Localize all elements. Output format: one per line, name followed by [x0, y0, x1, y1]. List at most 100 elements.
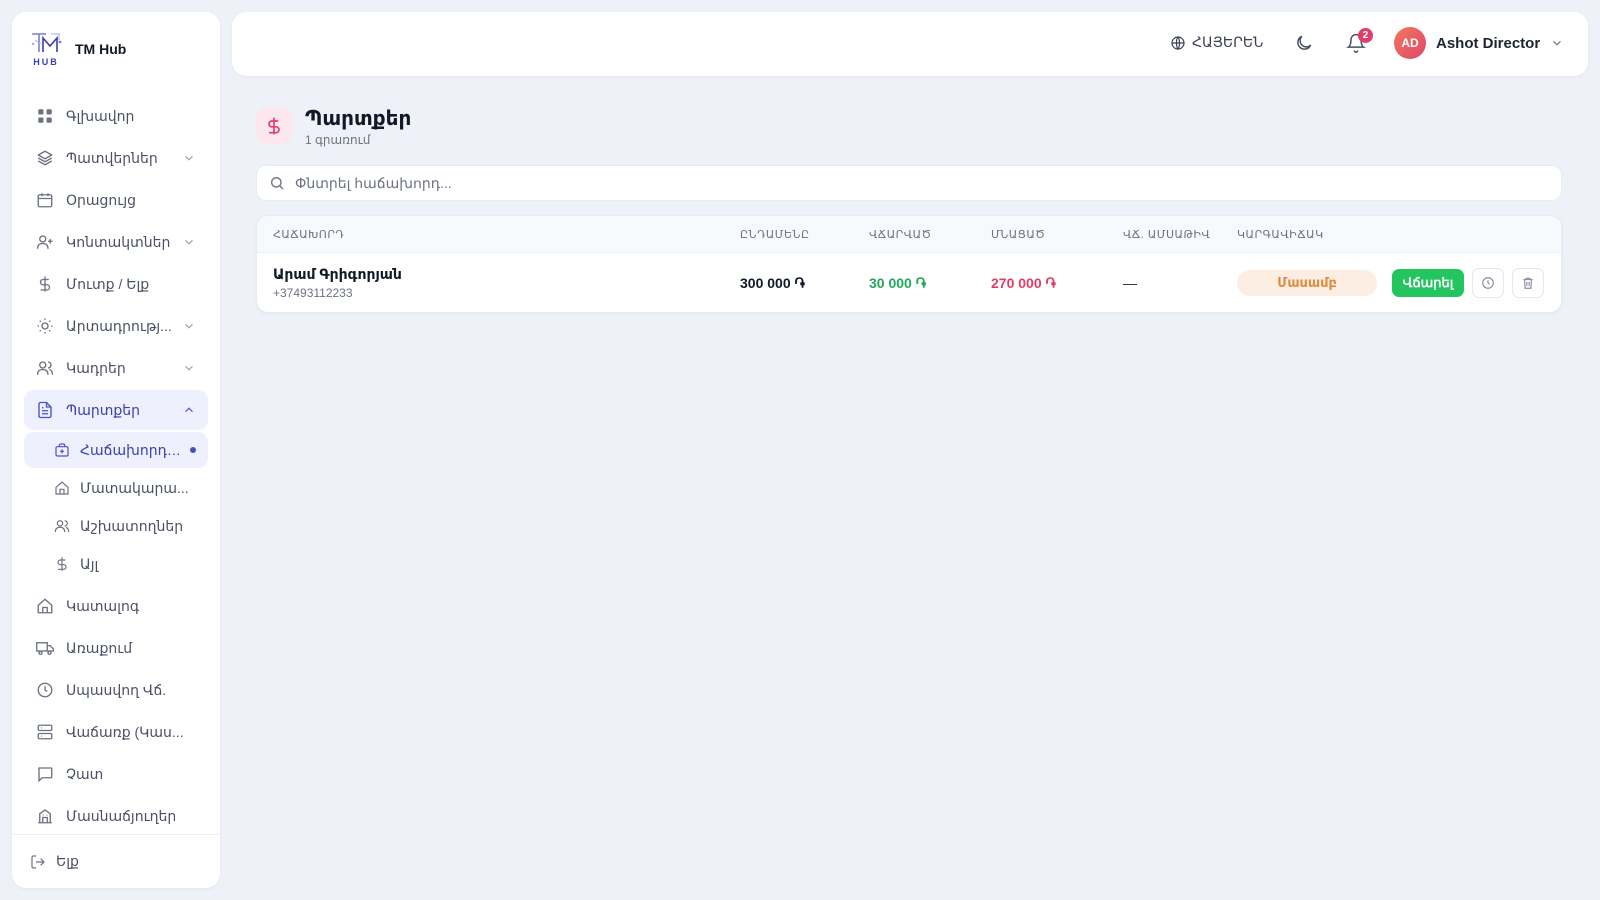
truck-icon — [36, 642, 54, 656]
sidebar-subitem-suppliers[interactable]: Մատակարա... — [24, 470, 208, 506]
users-icon — [54, 520, 70, 533]
sidebar-item-debts[interactable]: Պարտքեր — [24, 390, 208, 430]
column-header-customer[interactable]: ՀԱՃԱԽՈՐԴ — [273, 228, 344, 241]
history-button[interactable] — [1472, 268, 1504, 298]
sidebar-item-label: Կոնտակտներ — [66, 233, 171, 250]
sidebar-item-label: Օրացույց — [66, 191, 137, 208]
user-menu[interactable]: AD Ashot Director — [1394, 27, 1564, 59]
svg-text:HUB: HUB — [33, 57, 59, 67]
sidebar-subitem-other[interactable]: Այլ — [24, 546, 208, 582]
sidebar-item-production[interactable]: Արտադրությ... — [24, 306, 208, 346]
grid-icon — [38, 109, 52, 123]
pay-button[interactable]: Վճարել — [1392, 269, 1464, 297]
sidebar-item-cashflow[interactable]: Մուտք / Ելք — [24, 264, 208, 304]
sidebar-item-branches[interactable]: Մասնաճյուղեր — [24, 796, 208, 836]
server-icon — [37, 724, 53, 740]
calendar-icon — [37, 193, 53, 208]
sidebar-item-contacts[interactable]: Կոնտակտներ — [24, 222, 208, 262]
debts-submenu: Հաճախորդներ Մատակարա... Աշխատողներ Այլ — [24, 432, 208, 582]
record-count: 1 գրառում — [305, 133, 371, 147]
customer-phone: +37493112233 — [273, 286, 353, 300]
sidebar-subitem-label: Մատակարա... — [80, 479, 189, 496]
page-icon — [256, 108, 292, 144]
logout-icon — [31, 854, 45, 869]
layers-icon — [37, 150, 53, 166]
total-amount: 300 000 ֏ — [740, 275, 805, 291]
chevron-down-icon — [185, 155, 193, 161]
column-header-status[interactable]: ԿԱՐԳԱՎԻՃԱԿ — [1237, 228, 1324, 241]
home-icon — [37, 598, 53, 614]
sidebar-item-delivery[interactable]: Առաքում — [24, 628, 208, 668]
search-input[interactable] — [295, 175, 1561, 191]
chevron-down-icon — [185, 365, 193, 371]
paid-amount: 30 000 ֏ — [869, 275, 926, 291]
globe-icon — [1171, 35, 1185, 50]
sidebar-item-home[interactable]: Գլխավոր — [24, 96, 208, 136]
sidebar-item-label: Մասնաճյուղեր — [66, 807, 177, 824]
brand[interactable]: HUB TM Hub — [12, 12, 220, 86]
sun-icon — [37, 318, 53, 334]
sidebar-subitem-employees[interactable]: Աշխատողներ — [24, 508, 208, 544]
dollar-icon — [57, 557, 67, 571]
document-icon — [38, 401, 52, 419]
clock-icon — [37, 682, 53, 698]
sidebar-subitem-label: Աշխատողներ — [80, 517, 184, 534]
sidebar-item-label: Կադրեր — [66, 359, 126, 376]
sidebar-item-label: Սպասվող Վճ. — [66, 681, 167, 698]
home-icon — [55, 481, 69, 495]
active-indicator-dot — [190, 447, 196, 453]
users-icon — [36, 361, 54, 375]
sidebar-item-catalog[interactable]: Կատալոգ — [24, 586, 208, 626]
sidebar-item-orders[interactable]: Պատվերներ — [24, 138, 208, 178]
dollar-icon — [39, 276, 51, 292]
user-plus-icon — [36, 235, 53, 249]
due-date: — — [1123, 275, 1137, 291]
table-row: Արամ Գրիգորյան +37493112233 300 000 ֏ 30… — [257, 253, 1561, 312]
user-name: Ashot Director — [1436, 34, 1541, 52]
sidebar-item-label: Առաքում — [66, 639, 133, 656]
topbar: ՀԱՅԵՐԵՆ 2 AD Ashot Director — [232, 12, 1588, 76]
sidebar-subitem-customers[interactable]: Հաճախորդներ — [24, 432, 208, 468]
language-switcher[interactable]: ՀԱՅԵՐԵՆ — [1170, 34, 1263, 51]
sidebar-item-label: Կատալոգ — [66, 597, 140, 614]
building-icon — [38, 809, 52, 824]
sidebar-nav: Գլխավոր Պատվերներ Օրացույց Կոնտակտներ Մո… — [24, 96, 208, 838]
sidebar-item-label: Չատ — [66, 765, 104, 782]
language-label: ՀԱՅԵՐԵՆ — [1192, 34, 1264, 50]
sidebar-item-sales[interactable]: Վաճառք (Կաս... — [24, 712, 208, 752]
moon-icon[interactable] — [1294, 33, 1314, 53]
sidebar: HUB TM Hub Գլխավոր Պատվերներ Օրացույց Կո… — [12, 12, 220, 888]
chevron-down-icon — [1553, 40, 1562, 46]
chevron-down-icon — [185, 323, 193, 329]
sidebar-item-label: Արտադրությ... — [66, 317, 172, 334]
page-title: Պարտքեր — [305, 108, 412, 130]
logout-button[interactable]: Ելք — [12, 834, 220, 888]
sidebar-item-label: Պարտքեր — [66, 401, 140, 418]
clock-icon — [1482, 277, 1494, 289]
briefcase-icon — [55, 443, 69, 457]
sidebar-item-staff[interactable]: Կադրեր — [24, 348, 208, 388]
search-bar — [256, 165, 1562, 201]
debts-table: ՀԱՃԱԽՈՐԴ ԸՆԴԱՄԵՆԸ ՎՃԱՐՎԱԾ ՄՆԱՑԱԾ ՎՃ. ԱՄՍ… — [256, 215, 1562, 313]
sidebar-item-calendar[interactable]: Օրացույց — [24, 180, 208, 220]
column-header-paid[interactable]: ՎՃԱՐՎԱԾ — [869, 228, 932, 241]
column-header-remaining[interactable]: ՄՆԱՑԱԾ — [991, 228, 1045, 241]
sidebar-item-chat[interactable]: Չատ — [24, 754, 208, 794]
sidebar-item-label: Վաճառք (Կաս... — [66, 723, 184, 740]
customer-name[interactable]: Արամ Գրիգորյան — [273, 266, 402, 283]
status-badge: Մասամբ — [1237, 270, 1377, 296]
column-header-due-date[interactable]: ՎՃ. ԱՄՍԱԹԻՎ — [1123, 228, 1210, 241]
sidebar-item-pending-payments[interactable]: Սպասվող Վճ. — [24, 670, 208, 710]
avatar: AD — [1394, 27, 1426, 59]
sidebar-item-label: Մուտք / Ելք — [66, 275, 150, 292]
delete-button[interactable] — [1512, 268, 1544, 298]
logout-label: Ելք — [56, 853, 79, 869]
table-header: ՀԱՃԱԽՈՐԴ ԸՆԴԱՄԵՆԸ ՎՃԱՐՎԱԾ ՄՆԱՑԱԾ ՎՃ. ԱՄՍ… — [257, 216, 1561, 253]
chevron-up-icon — [185, 407, 193, 413]
notification-badge: 2 — [1358, 28, 1373, 43]
trash-icon — [1523, 277, 1533, 289]
column-header-total[interactable]: ԸՆԴԱՄԵՆԸ — [740, 228, 810, 241]
search-icon — [271, 177, 284, 190]
sidebar-item-label: Գլխավոր — [66, 107, 135, 124]
dollar-icon — [268, 117, 280, 135]
